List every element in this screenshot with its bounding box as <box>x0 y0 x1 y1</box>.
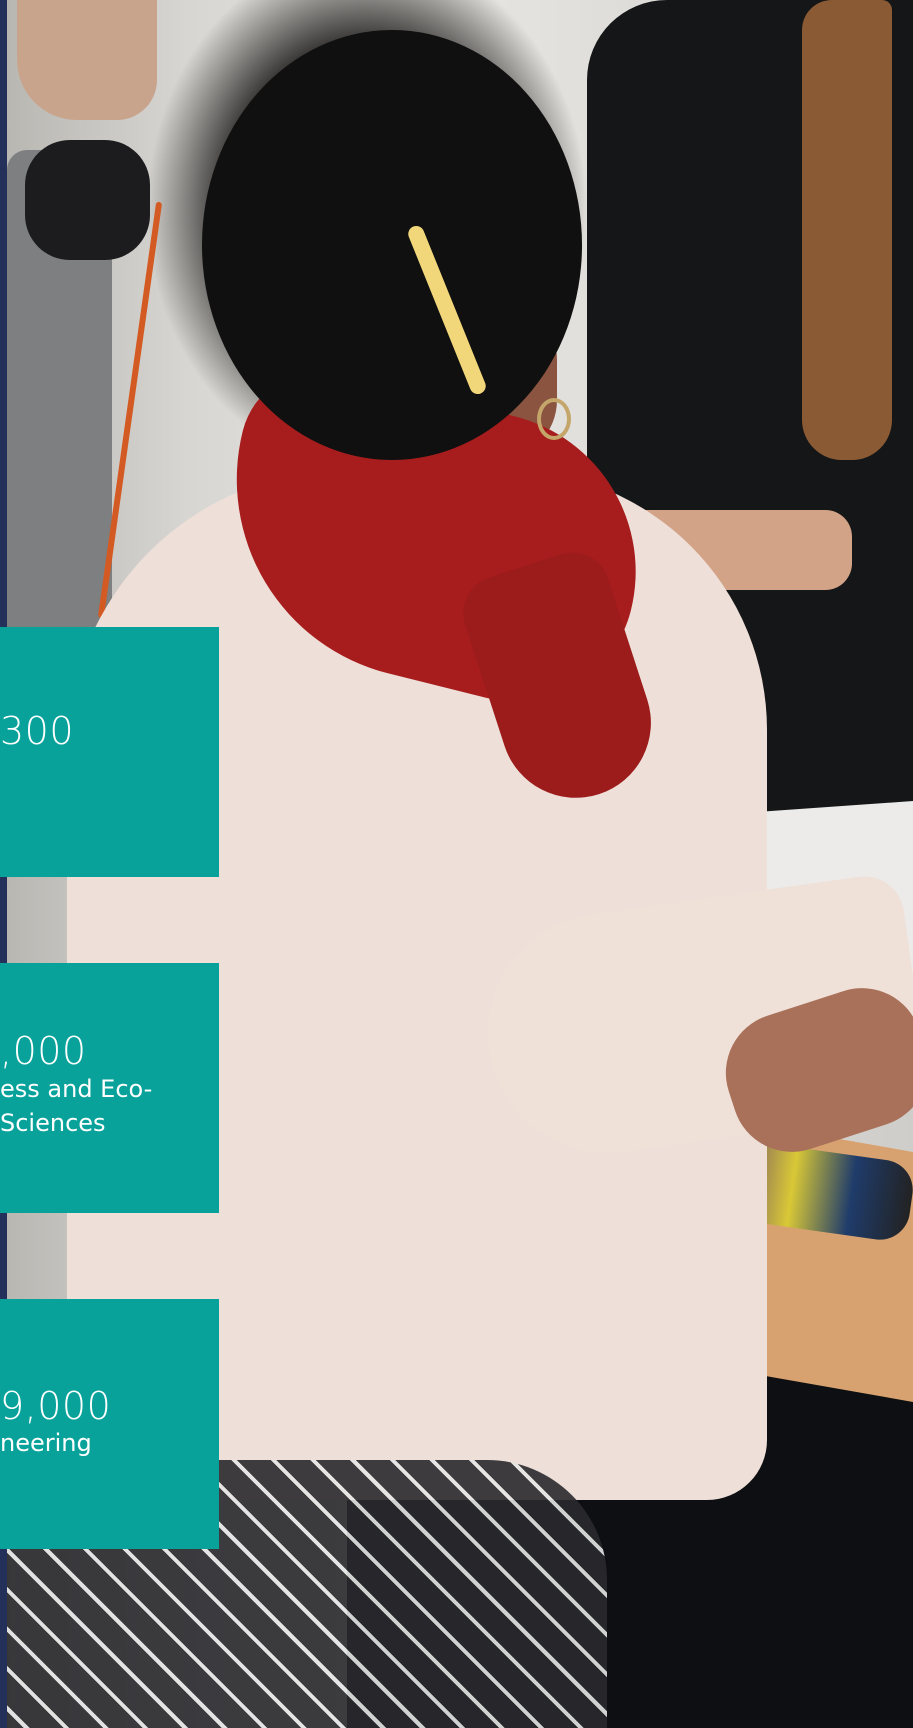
stat-value: ,000 <box>0 1029 87 1073</box>
stat-card-3: 9,000 neering <box>0 1299 219 1549</box>
photo-woman-head <box>202 30 582 460</box>
stat-value: 300 <box>0 709 75 753</box>
stat-card-1: 300 <box>0 627 219 877</box>
photo-man-neck <box>17 0 157 120</box>
photo-long-hair <box>802 0 892 460</box>
stat-value: 9,000 <box>0 1384 112 1428</box>
stat-label-line-2: Sciences <box>0 1109 106 1137</box>
earring-icon <box>537 398 571 440</box>
stat-label-line-1: ess and Eco- <box>0 1075 153 1103</box>
headphones-icon <box>25 140 150 260</box>
stat-card-2: ,000 ess and Eco- Sciences <box>0 963 219 1213</box>
stat-label-line-1: neering <box>0 1429 92 1457</box>
